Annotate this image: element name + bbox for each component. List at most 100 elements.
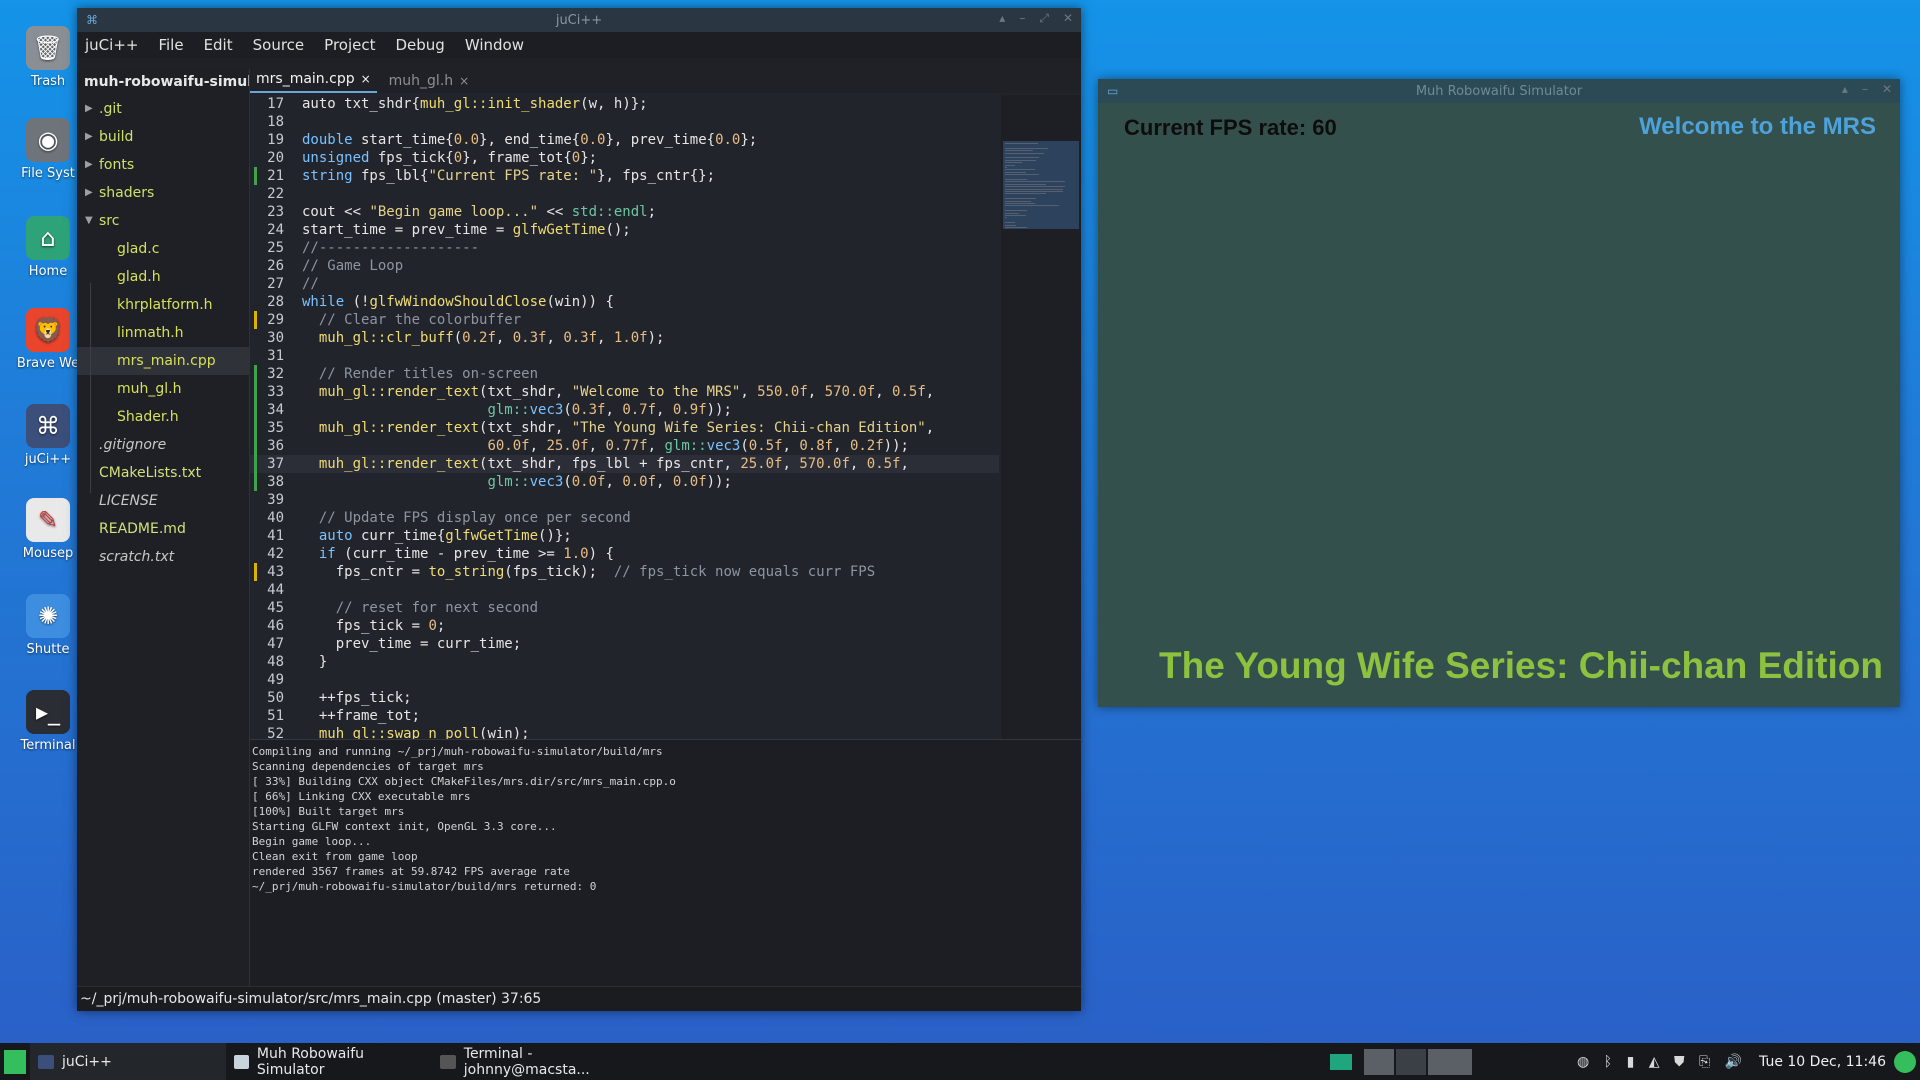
battery-icon[interactable]: ▮ [1627, 1054, 1635, 1070]
collapse-arrow-icon[interactable]: ▼ [85, 207, 93, 235]
code-line[interactable]: 39 [250, 491, 999, 509]
code-line[interactable]: 50 ++fps_tick; [250, 689, 999, 707]
code-line[interactable]: 51 ++frame_tot; [250, 707, 999, 725]
code-line[interactable]: 27 // [250, 275, 999, 293]
tree-dir-fonts[interactable]: ▶ fonts [77, 151, 249, 179]
editor-pane[interactable]: mrs_main.cpp × muh_gl.h × 17 auto txt_shdr{… [250, 69, 1081, 739]
close-icon[interactable]: ✕ [1063, 11, 1073, 26]
tree-file[interactable]: .gitignore [77, 431, 249, 459]
code-line[interactable]: 21 string fps_lbl{"Current FPS rate: "}, … [250, 167, 999, 185]
tree-file[interactable]: README.md [77, 515, 249, 543]
jucipp-window[interactable]: ⌘ juCi++ ▴ – ⤢ ✕ juCi++ File Edit Source… [77, 8, 1081, 1011]
code-line[interactable]: 20 unsigned fps_tick{0}, frame_tot{0}; [250, 149, 999, 167]
tree-dir-build[interactable]: ▶ build [77, 123, 249, 151]
code-line[interactable]: 33 muh_gl::render_text(txt_shdr, "Welcom… [250, 383, 999, 401]
shield-icon[interactable]: ⛊ [1674, 1054, 1685, 1070]
menu-source[interactable]: Source [253, 36, 305, 54]
desktop-icon-home[interactable]: ⌂ Home [8, 216, 88, 279]
code-line[interactable]: 36 60.0f, 25.0f, 0.77f, glm::vec3(0.5f, … [250, 437, 999, 455]
simulator-titlebar[interactable]: ▭ Muh Robowaifu Simulator ▴ – ✕ [1098, 79, 1900, 103]
code-line-current[interactable]: 37 muh_gl::render_text(txt_shdr, fps_lbl… [250, 455, 999, 473]
code-line[interactable]: 44 [250, 581, 999, 599]
jucipp-titlebar[interactable]: ⌘ juCi++ ▴ – ⤢ ✕ [77, 8, 1081, 32]
minimap[interactable] [1001, 95, 1081, 739]
desktop-icon-jucipp[interactable]: ⌘ juCi++ [8, 404, 88, 467]
workspace-3[interactable] [1428, 1048, 1473, 1075]
tree-file[interactable]: glad.h [77, 263, 249, 291]
expand-arrow-icon[interactable]: ▶ [85, 151, 93, 179]
code-line[interactable]: 40 // Update FPS display once per second [250, 509, 999, 527]
tree-file[interactable]: scratch.txt [77, 543, 249, 571]
code-line[interactable]: 19 double start_time{0.0}, end_time{0.0},… [250, 131, 999, 149]
code-line[interactable]: 31 [250, 347, 999, 365]
close-icon[interactable]: ✕ [1882, 82, 1892, 96]
close-tab-icon[interactable]: × [459, 74, 469, 88]
tree-file[interactable]: khrplatform.h [77, 291, 249, 319]
shade-icon[interactable]: ▴ [1842, 82, 1848, 96]
tree-file[interactable]: linmath.h [77, 319, 249, 347]
code-line[interactable]: 30 muh_gl::clr_buff(0.2f, 0.3f, 0.3f, 1.… [250, 329, 999, 347]
menu-file[interactable]: File [158, 36, 183, 54]
tree-file[interactable]: Shader.h [77, 403, 249, 431]
code-line[interactable]: 25 //------------------- [250, 239, 999, 257]
power-icon[interactable] [1894, 1050, 1916, 1073]
project-tree[interactable]: muh-robowaifu-simulator ▶ .git ▶ build ▶ fo… [77, 69, 250, 987]
desktop-icon-trash[interactable]: 🗑 Trash [8, 26, 88, 89]
tree-file[interactable]: glad.c [77, 235, 249, 263]
code-line[interactable]: 41 auto curr_time{glfwGetTime()}; [250, 527, 999, 545]
tree-file[interactable]: LICENSE [77, 487, 249, 515]
tree-file[interactable]: muh_gl.h [77, 375, 249, 403]
code-line[interactable]: 28 while (!glfwWindowShouldClose(win)) { [250, 293, 999, 311]
workspace-1[interactable] [1364, 1048, 1395, 1075]
desktop-icon-brave[interactable]: 🦁 Brave We [8, 308, 88, 371]
maximize-icon[interactable]: ⤢ [1039, 11, 1049, 26]
code-line[interactable]: 42 if (curr_time - prev_time >= 1.0) { [250, 545, 999, 563]
code-line[interactable]: 17 auto txt_shdr{muh_gl::init_shader(w, h… [250, 95, 999, 113]
menu-debug[interactable]: Debug [395, 36, 444, 54]
desktop-icon-mousepad[interactable]: ✎ Mousep [8, 498, 88, 561]
shade-icon[interactable]: ▴ [999, 11, 1005, 26]
workspace-2[interactable] [1396, 1048, 1427, 1075]
code-line[interactable]: 52 muh_gl::swap_n_poll(win); [250, 725, 999, 739]
code-line[interactable]: 48 } [250, 653, 999, 671]
steam-icon[interactable]: ◍ [1577, 1054, 1589, 1070]
code-line[interactable]: 32 // Render titles on-screen [250, 365, 999, 383]
code-line[interactable]: 23 cout << "Begin game loop..." << std::e… [250, 203, 999, 221]
code-view[interactable]: 17 auto txt_shdr{muh_gl::init_shader(w, h… [250, 95, 999, 739]
code-line[interactable]: 24 start_time = prev_time = glfwGetTime()… [250, 221, 999, 239]
expand-arrow-icon[interactable]: ▶ [85, 95, 93, 123]
clock[interactable]: Tue 10 Dec, 11:46 [1759, 1054, 1886, 1070]
code-line[interactable]: 47 prev_time = curr_time; [250, 635, 999, 653]
desktop-icon-shutter[interactable]: ✺ Shutte [8, 594, 88, 657]
tree-file-selected[interactable]: mrs_main.cpp [77, 347, 249, 375]
code-line[interactable]: 18 [250, 113, 999, 131]
code-line[interactable]: 22 [250, 185, 999, 203]
minimize-icon[interactable]: – [1862, 82, 1868, 96]
project-name[interactable]: muh-robowaifu-simulator [77, 69, 249, 95]
close-tab-icon[interactable]: × [361, 72, 371, 86]
tab-muh-gl[interactable]: muh_gl.h × [383, 69, 476, 93]
code-line[interactable]: 35 muh_gl::render_text(txt_shdr, "The Yo… [250, 419, 999, 437]
start-menu-button[interactable] [0, 1043, 30, 1080]
menu-jucipp[interactable]: juCi++ [85, 36, 138, 54]
desktop-switcher-icon[interactable] [1330, 1053, 1353, 1070]
code-line[interactable]: 43 fps_cntr = to_string(fps_tick); // fp… [250, 563, 999, 581]
taskbar-app-simulator[interactable]: Muh Robowaifu Simulator [226, 1043, 432, 1080]
code-line[interactable]: 46 fps_tick = 0; [250, 617, 999, 635]
code-line[interactable]: 34 glm::vec3(0.3f, 0.7f, 0.9f)); [250, 401, 999, 419]
simulator-window[interactable]: ▭ Muh Robowaifu Simulator ▴ – ✕ Current … [1098, 79, 1900, 707]
code-line[interactable]: 38 glm::vec3(0.0f, 0.0f, 0.0f)); [250, 473, 999, 491]
desktop-icon-terminal[interactable]: ▸_ Terminal [8, 690, 88, 753]
menu-edit[interactable]: Edit [204, 36, 233, 54]
desktop-icon-filesystem[interactable]: ◉ File Syst [8, 118, 88, 181]
tree-file[interactable]: CMakeLists.txt [77, 459, 249, 487]
menu-project[interactable]: Project [324, 36, 375, 54]
wifi-icon[interactable]: ◭ [1649, 1054, 1660, 1070]
tree-dir-src[interactable]: ▼ src [77, 207, 249, 235]
tree-dir-git[interactable]: ▶ .git [77, 95, 249, 123]
tab-mrs-main[interactable]: mrs_main.cpp × [250, 69, 377, 93]
expand-arrow-icon[interactable]: ▶ [85, 179, 93, 207]
code-line[interactable]: 29 // Clear the colorbuffer [250, 311, 999, 329]
code-line[interactable]: 49 [250, 671, 999, 689]
taskbar-app-terminal[interactable]: Terminal - johnny@macsta... [432, 1043, 668, 1080]
